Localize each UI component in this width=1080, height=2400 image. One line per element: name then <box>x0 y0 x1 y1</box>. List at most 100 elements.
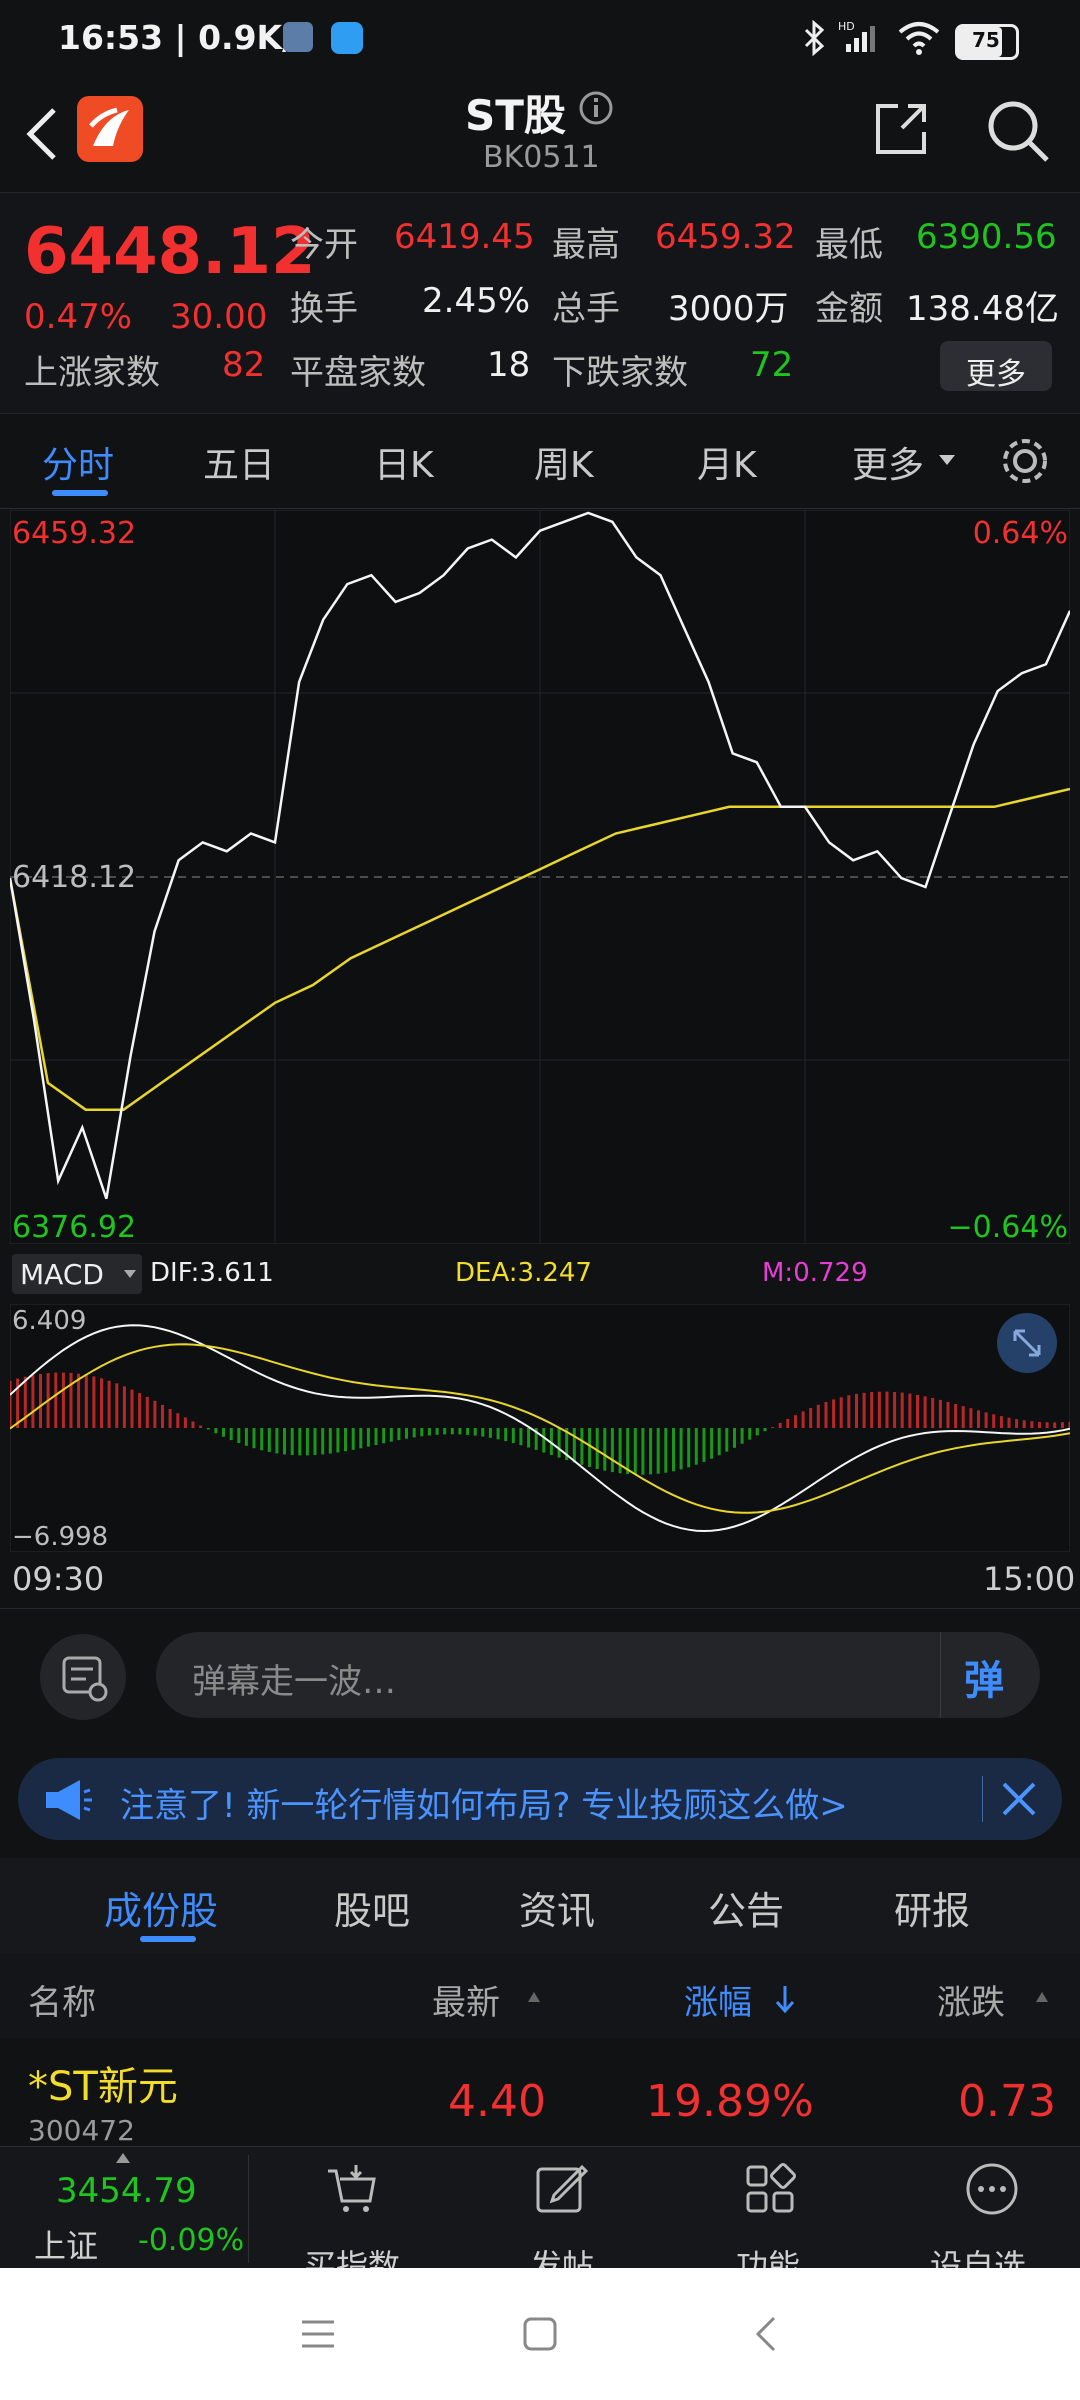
tab-constituents[interactable]: 成份股 <box>104 1880 218 1935</box>
col-change-pct[interactable]: 涨幅 <box>684 1975 752 2024</box>
table-row[interactable]: *ST新元 300472 4.40 19.89% 0.73 <box>0 2040 1080 2150</box>
tab-weekly-k[interactable]: 周K <box>534 436 594 488</box>
nav-divider <box>248 2155 249 2263</box>
macd-bar <box>244 1428 248 1446</box>
macd-bar <box>298 1428 302 1456</box>
macd-bar <box>290 1428 294 1455</box>
macd-bar <box>893 1392 897 1428</box>
danmaku-divider <box>940 1632 941 1718</box>
gear-icon[interactable] <box>998 434 1052 488</box>
col-latest[interactable]: 最新 <box>432 1975 500 2024</box>
search-icon[interactable] <box>985 98 1051 164</box>
macd-bar <box>481 1428 485 1437</box>
baseline-price-label: 6418.12 <box>12 860 137 895</box>
danmaku-list-button[interactable] <box>40 1634 126 1720</box>
back-icon[interactable] <box>22 106 62 162</box>
nav-add-watchlist[interactable]: 设自选 <box>918 2147 1068 2268</box>
macd-panel: MACD DIF:3.611 DEA:3.247 M:0.729 6.409 −… <box>10 1246 1070 1554</box>
macd-bar <box>610 1428 614 1473</box>
settings-notification-icon <box>283 22 313 52</box>
macd-bar <box>100 1378 103 1428</box>
col-change[interactable]: 涨跌 <box>937 1975 1005 2024</box>
tab-forum[interactable]: 股吧 <box>334 1880 410 1935</box>
macd-bar <box>855 1393 858 1428</box>
macd-bar <box>23 1376 27 1428</box>
macd-bar <box>10 1380 12 1428</box>
macd-bar <box>740 1428 744 1444</box>
stock-latest: 4.40 <box>448 2076 546 2127</box>
macd-bar <box>115 1383 119 1428</box>
tab-announcements[interactable]: 公告 <box>708 1880 784 1935</box>
tab-research[interactable]: 研报 <box>894 1880 970 1935</box>
app-logo-icon <box>77 96 143 162</box>
notice-banner[interactable]: 注意了! 新一轮行情如何布局? 专业投顾这么做> <box>18 1758 1062 1840</box>
tab-daily-k[interactable]: 日K <box>374 436 434 488</box>
macd-bar <box>786 1418 790 1428</box>
macd-bar <box>542 1428 546 1453</box>
tab-more[interactable]: 更多 <box>852 436 924 488</box>
macd-bar <box>61 1372 65 1428</box>
macd-bar <box>633 1428 637 1475</box>
macd-bar <box>816 1404 820 1428</box>
info-icon[interactable] <box>578 90 614 126</box>
grid-icon <box>746 2163 796 2213</box>
board-code: BK0511 <box>483 140 600 175</box>
flat-count: 18 <box>487 345 531 385</box>
chevron-down-icon <box>939 455 955 465</box>
macd-bar <box>488 1428 492 1438</box>
macd-bar <box>885 1391 889 1428</box>
index-value: 3454.79 <box>56 2171 197 2211</box>
macd-bar <box>450 1428 454 1435</box>
sort-icon <box>1036 1992 1048 2002</box>
bottom-pct-label: −0.64% <box>947 1210 1068 1245</box>
volume-label: 总手 <box>552 289 620 329</box>
macd-bar <box>328 1428 332 1454</box>
macd-bar <box>664 1428 668 1473</box>
tab-news[interactable]: 资讯 <box>519 1880 595 1935</box>
nav-functions[interactable]: 功能 <box>708 2147 838 2268</box>
close-icon[interactable] <box>998 1778 1040 1820</box>
nav-post[interactable]: 发帖 <box>500 2147 630 2268</box>
macd-bar <box>1068 1421 1070 1428</box>
tab-monthly-k[interactable]: 月K <box>697 436 757 488</box>
macd-select[interactable]: MACD <box>12 1254 142 1294</box>
macd-bar <box>443 1428 447 1435</box>
macd-bar <box>435 1428 439 1435</box>
macd-bar <box>206 1428 210 1430</box>
more-button[interactable]: 更多 <box>940 341 1052 392</box>
macd-bar <box>77 1373 81 1428</box>
section-tab-indicator <box>140 1936 196 1942</box>
megaphone-icon <box>46 1780 92 1820</box>
macd-bar <box>321 1428 325 1455</box>
macd-bar <box>733 1428 736 1448</box>
macd-bar <box>839 1397 843 1428</box>
home-icon[interactable] <box>522 2316 558 2352</box>
macd-bar <box>519 1428 523 1446</box>
index-name: 上证 <box>34 2227 99 2265</box>
danmaku-input[interactable]: 弹幕走一波… 弹 <box>156 1632 1040 1718</box>
tab-intraday[interactable]: 分时 <box>42 436 114 488</box>
macd-bar <box>778 1422 782 1428</box>
intraday-chart[interactable]: 6459.32 6418.12 6376.92 0.64% −0.64% <box>8 509 1072 1245</box>
expand-chart-button[interactable] <box>997 1313 1057 1373</box>
stock-code: 300472 <box>28 2114 135 2147</box>
macd-bar <box>916 1394 919 1428</box>
back-nav-icon[interactable] <box>752 2314 780 2354</box>
tab-five-day[interactable]: 五日 <box>203 436 275 488</box>
high-value: 6459.32 <box>655 217 796 257</box>
sort-icon <box>528 1992 540 2002</box>
danmaku-send-button[interactable]: 弹 <box>964 1648 1004 1706</box>
macd-select-label: MACD <box>20 1258 104 1291</box>
macd-bar <box>748 1428 752 1440</box>
macd-bar <box>427 1428 431 1436</box>
wifi-icon <box>898 22 940 55</box>
table-header <box>0 1955 1080 2039</box>
intraday-chart-svg <box>8 509 1072 1245</box>
macd-bar <box>999 1416 1003 1428</box>
menu-icon[interactable] <box>300 2316 336 2352</box>
chevron-up-icon[interactable] <box>116 2153 130 2163</box>
nav-buy-index[interactable]: 买指数 <box>280 2147 420 2268</box>
macd-bar <box>84 1374 88 1428</box>
share-icon[interactable] <box>872 100 930 158</box>
flat-count-label: 平盘家数 <box>290 353 426 393</box>
